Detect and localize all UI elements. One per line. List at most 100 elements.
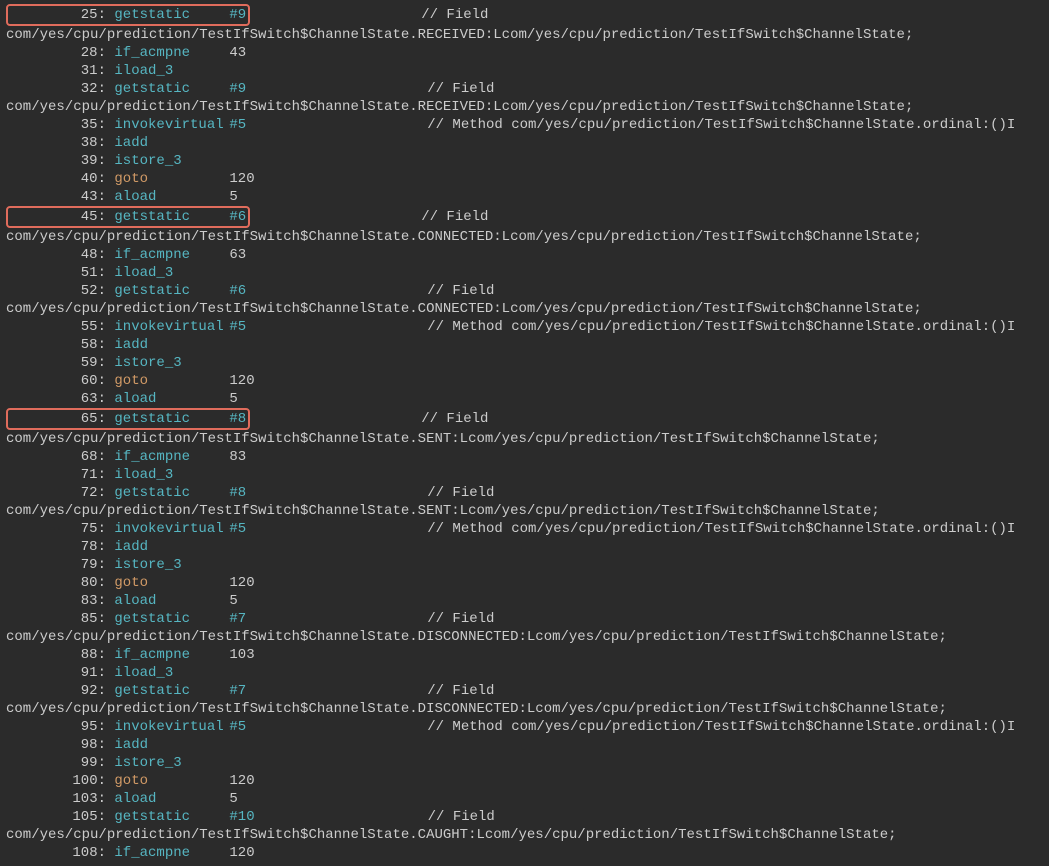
continuation-text: com/yes/cpu/prediction/TestIfSwitch$Chan…	[6, 99, 913, 115]
code-line: 68: if_acmpne83	[6, 448, 1043, 466]
code-line: 79: istore_3	[6, 556, 1043, 574]
line-number: 95:	[6, 718, 106, 736]
opcode: getstatic	[114, 6, 229, 24]
code-line: 51: iload_3	[6, 264, 1043, 282]
code-line: 31: iload_3	[6, 62, 1043, 80]
line-number: 80:	[6, 574, 106, 592]
line-number: 25:	[50, 6, 106, 24]
comment: // Field	[428, 809, 495, 825]
comment: // Field	[427, 81, 494, 97]
opcode: getstatic	[114, 80, 229, 98]
opcode: iload_3	[114, 466, 229, 484]
line-number: 75:	[6, 520, 106, 538]
opcode: istore_3	[114, 152, 229, 170]
line-number: 100:	[6, 772, 106, 790]
line-number: 59:	[6, 354, 106, 372]
code-line: 72: getstatic#8// Field	[6, 484, 1043, 502]
line-number: 65:	[50, 410, 106, 428]
line-number: 31:	[6, 62, 106, 80]
line-number: 51:	[6, 264, 106, 282]
code-line: 65: getstatic#8 // Field	[6, 408, 1043, 430]
opcode: invokevirtual	[114, 520, 229, 538]
highlight-box: 25: getstatic#9	[6, 4, 250, 26]
comment: // Field	[421, 411, 488, 427]
continuation-text: com/yes/cpu/prediction/TestIfSwitch$Chan…	[6, 431, 880, 447]
code-line: 95: invokevirtual#5// Method com/yes/cpu…	[6, 718, 1043, 736]
line-number: 98:	[6, 736, 106, 754]
opcode: getstatic	[114, 410, 229, 428]
comment: // Method com/yes/cpu/prediction/TestIfS…	[427, 319, 1015, 335]
opcode: aload	[114, 790, 229, 808]
code-line: 80: goto120	[6, 574, 1043, 592]
code-line: com/yes/cpu/prediction/TestIfSwitch$Chan…	[6, 628, 1043, 646]
opcode: if_acmpne	[114, 246, 229, 264]
operand: 5	[229, 391, 237, 407]
comment: // Method com/yes/cpu/prediction/TestIfS…	[427, 117, 1015, 133]
code-line: 40: goto120	[6, 170, 1043, 188]
line-number: 71:	[6, 466, 106, 484]
line-number: 85:	[6, 610, 106, 628]
opcode: iadd	[114, 538, 229, 556]
code-line: 103: aload5	[6, 790, 1043, 808]
opcode: if_acmpne	[114, 844, 229, 862]
comment: // Field	[427, 611, 494, 627]
line-number: 38:	[6, 134, 106, 152]
opcode: aload	[114, 188, 229, 206]
code-line: com/yes/cpu/prediction/TestIfSwitch$Chan…	[6, 430, 1043, 448]
opcode: goto	[114, 574, 229, 592]
opcode: istore_3	[114, 354, 229, 372]
opcode: iload_3	[114, 264, 229, 282]
opcode: if_acmpne	[114, 44, 229, 62]
opcode: if_acmpne	[114, 448, 229, 466]
operand: 5	[229, 593, 237, 609]
comment: // Method com/yes/cpu/prediction/TestIfS…	[427, 521, 1015, 537]
code-line: com/yes/cpu/prediction/TestIfSwitch$Chan…	[6, 26, 1043, 44]
continuation-text: com/yes/cpu/prediction/TestIfSwitch$Chan…	[6, 827, 897, 843]
code-line: 105: getstatic#10// Field	[6, 808, 1043, 826]
opcode: getstatic	[114, 282, 229, 300]
code-line: 78: iadd	[6, 538, 1043, 556]
operand: 120	[229, 773, 254, 789]
opcode: istore_3	[114, 754, 229, 772]
line-number: 91:	[6, 664, 106, 682]
operand: 43	[229, 45, 246, 61]
continuation-text: com/yes/cpu/prediction/TestIfSwitch$Chan…	[6, 701, 947, 717]
opcode: invokevirtual	[114, 718, 229, 736]
code-line: 55: invokevirtual#5// Method com/yes/cpu…	[6, 318, 1043, 336]
opcode: invokevirtual	[114, 116, 229, 134]
line-number: 52:	[6, 282, 106, 300]
comment: // Field	[427, 283, 494, 299]
opcode: iadd	[114, 736, 229, 754]
line-number: 58:	[6, 336, 106, 354]
operand: #8	[229, 411, 246, 427]
code-line: 98: iadd	[6, 736, 1043, 754]
opcode: goto	[114, 372, 229, 390]
line-number: 108:	[6, 844, 106, 862]
code-line: 75: invokevirtual#5// Method com/yes/cpu…	[6, 520, 1043, 538]
comment: // Field	[421, 7, 488, 23]
continuation-text: com/yes/cpu/prediction/TestIfSwitch$Chan…	[6, 27, 913, 43]
opcode: getstatic	[114, 484, 229, 502]
code-line: 35: invokevirtual#5// Method com/yes/cpu…	[6, 116, 1043, 134]
opcode: invokevirtual	[114, 318, 229, 336]
operand: 83	[229, 449, 246, 465]
bytecode-listing: 25: getstatic#9// Fieldcom/yes/cpu/predi…	[6, 4, 1043, 862]
opcode: getstatic	[114, 808, 229, 826]
opcode: iadd	[114, 134, 229, 152]
line-number: 35:	[6, 116, 106, 134]
comment: // Field	[421, 209, 488, 225]
operand: 63	[229, 247, 246, 263]
code-line: 52: getstatic#6// Field	[6, 282, 1043, 300]
code-line: 99: istore_3	[6, 754, 1043, 772]
code-line: 100: goto120	[6, 772, 1043, 790]
code-line: 85: getstatic#7// Field	[6, 610, 1043, 628]
continuation-text: com/yes/cpu/prediction/TestIfSwitch$Chan…	[6, 229, 922, 245]
opcode: goto	[114, 170, 229, 188]
line-number: 39:	[6, 152, 106, 170]
operand: #9	[229, 7, 246, 23]
operand: 5	[229, 791, 237, 807]
line-number: 55:	[6, 318, 106, 336]
code-line: 71: iload_3	[6, 466, 1043, 484]
code-line: 88: if_acmpne103	[6, 646, 1043, 664]
continuation-text: com/yes/cpu/prediction/TestIfSwitch$Chan…	[6, 503, 880, 519]
